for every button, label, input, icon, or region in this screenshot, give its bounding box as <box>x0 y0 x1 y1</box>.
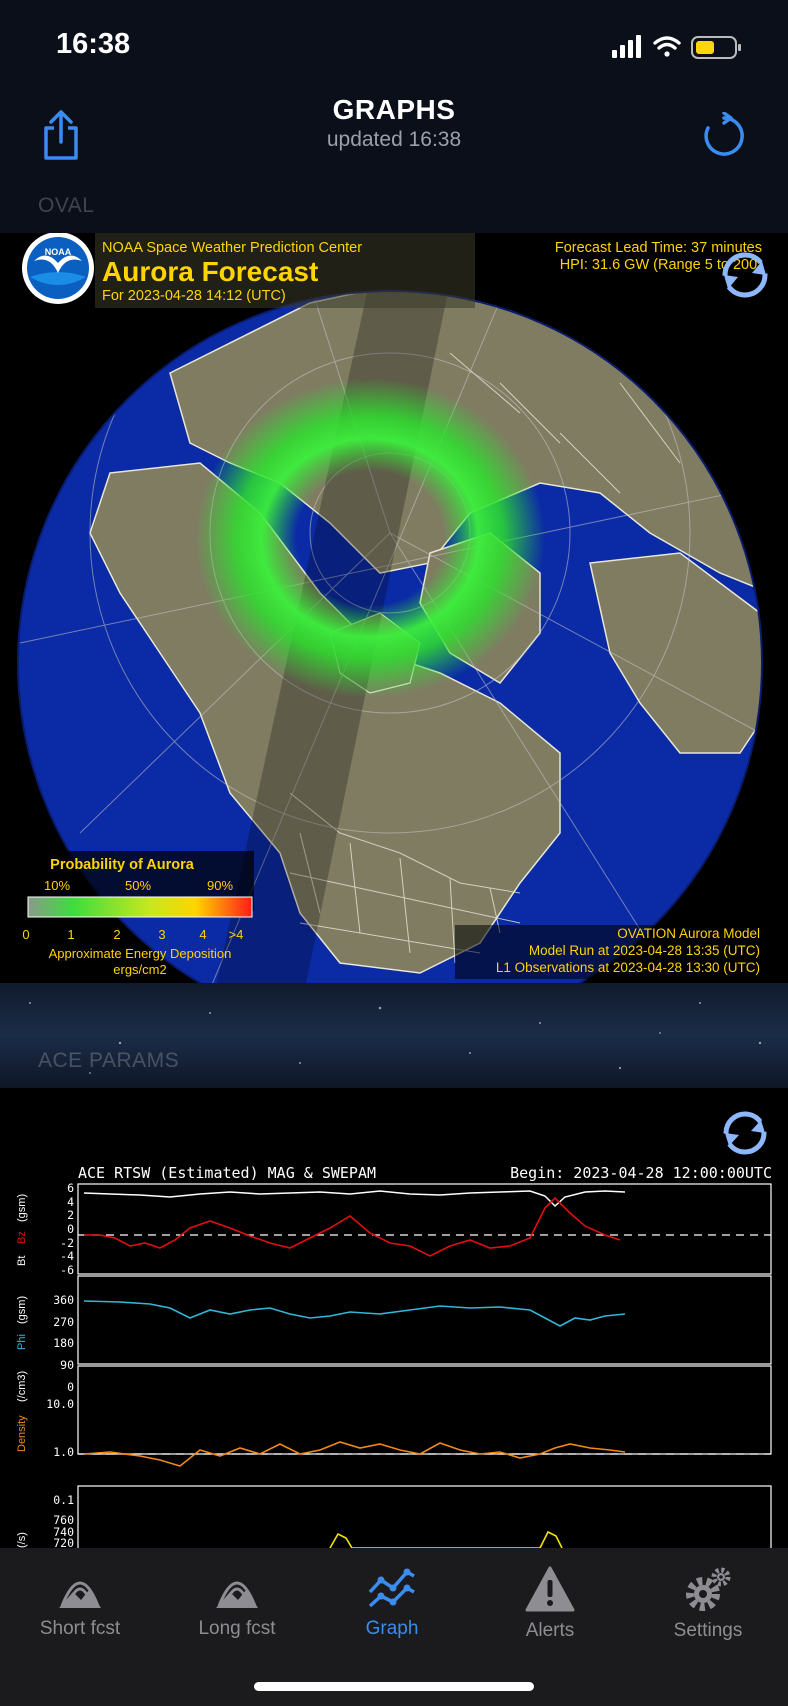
signal-icon <box>612 35 641 58</box>
aurora-oval <box>195 378 545 698</box>
tab-label: Short fcst <box>39 1618 121 1639</box>
svg-text:6: 6 <box>67 1181 74 1195</box>
svg-text:0: 0 <box>22 927 29 942</box>
graph-refresh-icon[interactable] <box>723 1111 767 1155</box>
tab-graph[interactable]: Graph <box>322 1566 462 1666</box>
noaa-logo-text: NOAA <box>45 247 72 257</box>
section-label-ace: ACE PARAMS <box>38 1049 180 1072</box>
status-icons <box>612 35 741 59</box>
svg-text:10.0: 10.0 <box>46 1397 74 1411</box>
series-phi <box>83 1300 626 1327</box>
svg-text:4: 4 <box>67 1195 74 1209</box>
svg-text:Density: Density <box>16 1415 28 1452</box>
aurora-legend: Probability of Aurora 10% 50% 90% 0 1 2 … <box>18 851 254 977</box>
section-label-oval: OVAL <box>38 194 95 217</box>
svg-text:720: 720 <box>53 1536 74 1548</box>
tab-short-fcst[interactable]: Short fcst <box>10 1566 150 1666</box>
svg-text:-4: -4 <box>60 1249 74 1263</box>
model-name: OVATION Aurora Model <box>617 926 760 941</box>
legend-title: Probability of Aurora <box>50 857 195 873</box>
wifi-icon <box>653 36 681 57</box>
aurora-forecast-map[interactable]: NOAA NOAA Space Weather Prediction Cente… <box>0 233 788 983</box>
svg-text:90: 90 <box>60 1358 74 1372</box>
svg-text:10%: 10% <box>44 878 70 893</box>
svg-text:0: 0 <box>67 1222 74 1236</box>
svg-text:(/s): (/s) <box>16 1532 28 1548</box>
aurora-long-icon <box>216 1581 258 1608</box>
refresh-icon[interactable] <box>700 112 748 160</box>
status-time: 16:38 <box>56 28 131 60</box>
ace-section-header: ACE PARAMS <box>0 983 788 1088</box>
svg-text:2: 2 <box>113 927 120 942</box>
map-forecast-time: For 2023-04-28 14:12 (UTC) <box>102 288 286 304</box>
map-lead-time: Forecast Lead Time: 37 minutes <box>555 240 762 256</box>
svg-text:(/cm3): (/cm3) <box>16 1371 28 1402</box>
svg-text:2: 2 <box>67 1208 74 1222</box>
svg-text:180: 180 <box>53 1336 74 1350</box>
svg-text:-2: -2 <box>60 1236 74 1250</box>
aurora-short-icon <box>59 1581 101 1608</box>
legend-units: ergs/cm2 <box>113 962 166 977</box>
tab-alerts[interactable]: Alerts <box>480 1566 620 1666</box>
battery-icon <box>691 36 741 59</box>
navigation-bar: GRAPHS updated 16:38 <box>0 90 788 200</box>
noaa-logo: NOAA <box>22 233 94 304</box>
svg-text:Phi: Phi <box>16 1334 28 1350</box>
gear-icon <box>686 1567 731 1611</box>
legend-color-bar <box>27 896 253 918</box>
tab-label: Alerts <box>525 1620 575 1641</box>
svg-text:50%: 50% <box>125 878 151 893</box>
svg-text:360: 360 <box>53 1293 74 1307</box>
graph-begin-time: Begin: 2023-04-28 12:00:00UTC <box>510 1164 772 1182</box>
tab-label: Graph <box>365 1618 419 1639</box>
home-indicator[interactable] <box>254 1682 534 1691</box>
svg-text:0: 0 <box>67 1380 74 1394</box>
panel-bt-bz <box>77 1183 772 1275</box>
status-bar: 16:38 <box>0 0 788 96</box>
tab-settings[interactable]: Settings <box>638 1566 778 1666</box>
map-title: Aurora Forecast <box>102 256 318 287</box>
svg-text:>4: >4 <box>229 927 244 942</box>
legend-energy-label: Approximate Energy Deposition <box>49 946 232 961</box>
svg-text:(gsm): (gsm) <box>16 1296 28 1324</box>
svg-text:Bt: Bt <box>16 1256 28 1266</box>
svg-text:270: 270 <box>53 1315 74 1329</box>
svg-text:4: 4 <box>199 927 206 942</box>
svg-text:-6: -6 <box>60 1263 74 1277</box>
updated-time: updated 16:38 <box>326 128 462 151</box>
tab-long-fcst[interactable]: Long fcst <box>167 1566 307 1666</box>
series-bz <box>84 1196 621 1257</box>
svg-text:1.0: 1.0 <box>53 1445 74 1459</box>
model-observations: L1 Observations at 2023-04-28 13:30 (UTC… <box>496 960 760 975</box>
model-run: Model Run at 2023-04-28 13:35 (UTC) <box>529 943 760 958</box>
graph-icon <box>368 1568 415 1608</box>
series-bt <box>83 1190 626 1208</box>
panel-density <box>77 1365 772 1455</box>
ace-graph[interactable]: ACE RTSW (Estimated) MAG & SWEPAM Begin:… <box>0 1088 788 1548</box>
alert-icon <box>525 1566 575 1612</box>
tab-label: Long fcst <box>198 1618 276 1639</box>
svg-text:(gsm): (gsm) <box>16 1194 28 1222</box>
map-header: NOAA Space Weather Prediction Center <box>102 240 362 256</box>
tab-label: Settings <box>673 1620 743 1641</box>
app-screen: 16:38 GRAPHS updated 16:38 OVAL NOAA NOA… <box>0 0 788 1706</box>
svg-text:1: 1 <box>67 927 74 942</box>
graph-title: ACE RTSW (Estimated) MAG & SWEPAM <box>78 1164 376 1182</box>
panel-speed <box>77 1485 772 1548</box>
panel-phi <box>77 1275 772 1365</box>
svg-text:90%: 90% <box>207 878 233 893</box>
svg-text:Bz: Bz <box>16 1231 28 1244</box>
svg-text:3: 3 <box>158 927 165 942</box>
svg-text:0.1: 0.1 <box>53 1493 74 1507</box>
series-speed <box>329 1530 563 1548</box>
page-title: GRAPHS <box>332 94 456 125</box>
